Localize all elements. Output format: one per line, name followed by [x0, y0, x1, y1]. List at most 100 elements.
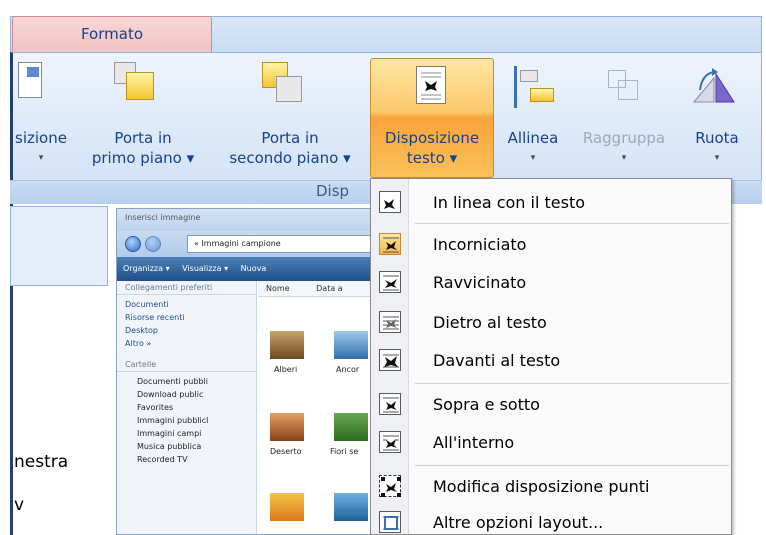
bring-forward-icon [114, 62, 160, 108]
text-wrap-menu: In linea con il testo Incorniciato Ravvi… [370, 178, 732, 535]
folders-header: Cartelle [117, 358, 256, 372]
folder-item: Documenti pubbli [137, 377, 208, 386]
menu-item-label: Sopra e sotto [433, 395, 540, 414]
thumbnail-fiori [334, 413, 368, 441]
text-wrap-line1: Disposizione [384, 129, 480, 147]
bring-forward-button[interactable]: Porta in primo piano ▾ [78, 128, 208, 168]
menu-item-label: All'interno [433, 433, 515, 452]
menu-item-label: Ravvicinato [433, 273, 527, 292]
text-wrap-label: Disposizione testo ▾ [370, 128, 494, 168]
explorer-sidebar: Collegamenti preferiti Documenti Risorse… [117, 281, 257, 534]
explorer-image: Inserisci immagine « Immagini campione O… [116, 208, 386, 535]
group-arrow: ▾ [621, 153, 627, 163]
explorer-path: « Immagini campione [187, 235, 385, 253]
explorer-toolbar: Organizza ▾ Visualizza ▾ Nuova [117, 257, 385, 281]
menu-item-label: Incorniciato [433, 235, 527, 254]
tab-formato[interactable]: Formato [12, 16, 212, 52]
menu-item-inline[interactable]: In linea con il testo [371, 185, 731, 219]
left-pane-text-2: v [14, 495, 25, 515]
explorer-title: Inserisci immagine [117, 209, 385, 231]
thumbnail-deserto [270, 413, 304, 441]
send-backward-icon [262, 62, 308, 108]
menu-item-top-bottom[interactable]: Sopra e sotto [371, 387, 731, 421]
send-backward-line2: secondo piano ▾ [229, 149, 351, 167]
menu-item-tight[interactable]: Ravvicinato [371, 265, 731, 299]
forward-icon [145, 236, 161, 252]
thumbnail-flowers [270, 493, 304, 521]
wrap-tight-icon [379, 271, 401, 293]
wrap-inline-icon [379, 191, 401, 213]
favorite-item: Altro » [125, 339, 152, 348]
folder-item: Musica pubblica [137, 442, 202, 451]
wrap-top-bottom-icon [379, 393, 401, 415]
thumbnail-label: Alberi [274, 365, 298, 374]
favorite-item: Desktop [125, 326, 158, 335]
thumbnail-label: Deserto [270, 447, 302, 456]
view-button: Visualizza ▾ [182, 264, 229, 273]
thumbnail-water [334, 493, 368, 521]
organize-button: Organizza ▾ [123, 264, 170, 273]
rotate-label: Ruota [695, 129, 739, 147]
align-icon [512, 66, 556, 108]
menu-item-front[interactable]: Davanti al testo [371, 343, 731, 377]
menu-item-edit-points[interactable]: Modifica disposizione punti [371, 469, 731, 503]
menu-item-label: Modifica disposizione punti [433, 477, 650, 496]
left-pane-text: nestra [14, 452, 69, 472]
thumbnail-label: Ancor [336, 365, 360, 374]
menu-item-label: In linea con il testo [433, 193, 586, 212]
tab-formato-label: Formato [80, 25, 144, 43]
column-date: Data a [316, 284, 343, 293]
text-wrap-line2: testo ▾ [406, 149, 458, 167]
menu-item-through[interactable]: All'interno [371, 425, 731, 459]
favorite-item: Risorse recenti [125, 313, 185, 322]
align-button[interactable]: Allinea ▾ [498, 128, 568, 168]
position-label: sizione [15, 129, 67, 147]
folder-item: Immagini campi [137, 429, 202, 438]
column-name: Nome [266, 284, 290, 293]
rotate-icon [690, 66, 738, 106]
group-icon [604, 66, 644, 106]
menu-item-label: Davanti al testo [433, 351, 561, 370]
group-button[interactable]: Raggruppa ▾ [572, 128, 676, 168]
send-backward-line1: Porta in [261, 129, 319, 147]
rotate-button[interactable]: Ruota ▾ [682, 128, 752, 168]
edit-wrap-points-icon [379, 475, 401, 497]
menu-item-behind[interactable]: Dietro al testo [371, 305, 731, 339]
favorite-item: Documenti [125, 300, 169, 309]
folder-item: Download public [137, 390, 204, 399]
menu-item-label: Dietro al testo [433, 313, 547, 332]
wrap-front-icon [379, 349, 401, 371]
menu-separator [415, 465, 729, 466]
folder-item: Recorded TV [137, 455, 188, 464]
left-pane-panel [10, 206, 108, 286]
align-arrow: ▾ [530, 153, 536, 163]
menu-item-more-layout[interactable]: Altre opzioni layout... [371, 505, 731, 535]
bring-forward-line1: Porta in [114, 129, 172, 147]
ribbon-tabbar: Formato [0, 0, 766, 58]
explorer-address-bar: « Immagini campione [117, 231, 385, 257]
explorer-main: Nome Data a Alberi Ancor Deserto Fiori s… [258, 281, 385, 534]
group-label: Disp [316, 182, 350, 200]
new-button: Nuova [240, 264, 267, 273]
back-icon [125, 236, 141, 252]
thumbnail-label: Fiori se [330, 447, 359, 456]
position-arrow: ▾ [38, 153, 44, 163]
favorites-header: Collegamenti preferiti [117, 281, 256, 295]
menu-item-square[interactable]: Incorniciato [371, 227, 731, 261]
thumbnail-ancora [334, 331, 368, 359]
position-button[interactable]: sizione ▾ [10, 128, 72, 168]
bring-forward-line2: primo piano ▾ [91, 149, 195, 167]
wrap-through-icon [379, 431, 401, 453]
send-backward-button[interactable]: Porta in secondo piano ▾ [212, 128, 368, 168]
wrap-behind-icon [379, 311, 401, 333]
thumbnail-alberi [270, 331, 304, 359]
folder-item: Immagini pubblicl [137, 416, 209, 425]
wrap-square-icon [379, 233, 401, 255]
text-wrap-icon [416, 66, 446, 104]
menu-item-label: Altre opzioni layout... [433, 513, 604, 532]
align-label: Allinea [507, 129, 559, 147]
folder-item: Favorites [137, 403, 174, 412]
menu-separator [415, 383, 729, 384]
position-icon [18, 62, 42, 98]
explorer-columns: Nome Data a [258, 281, 385, 297]
